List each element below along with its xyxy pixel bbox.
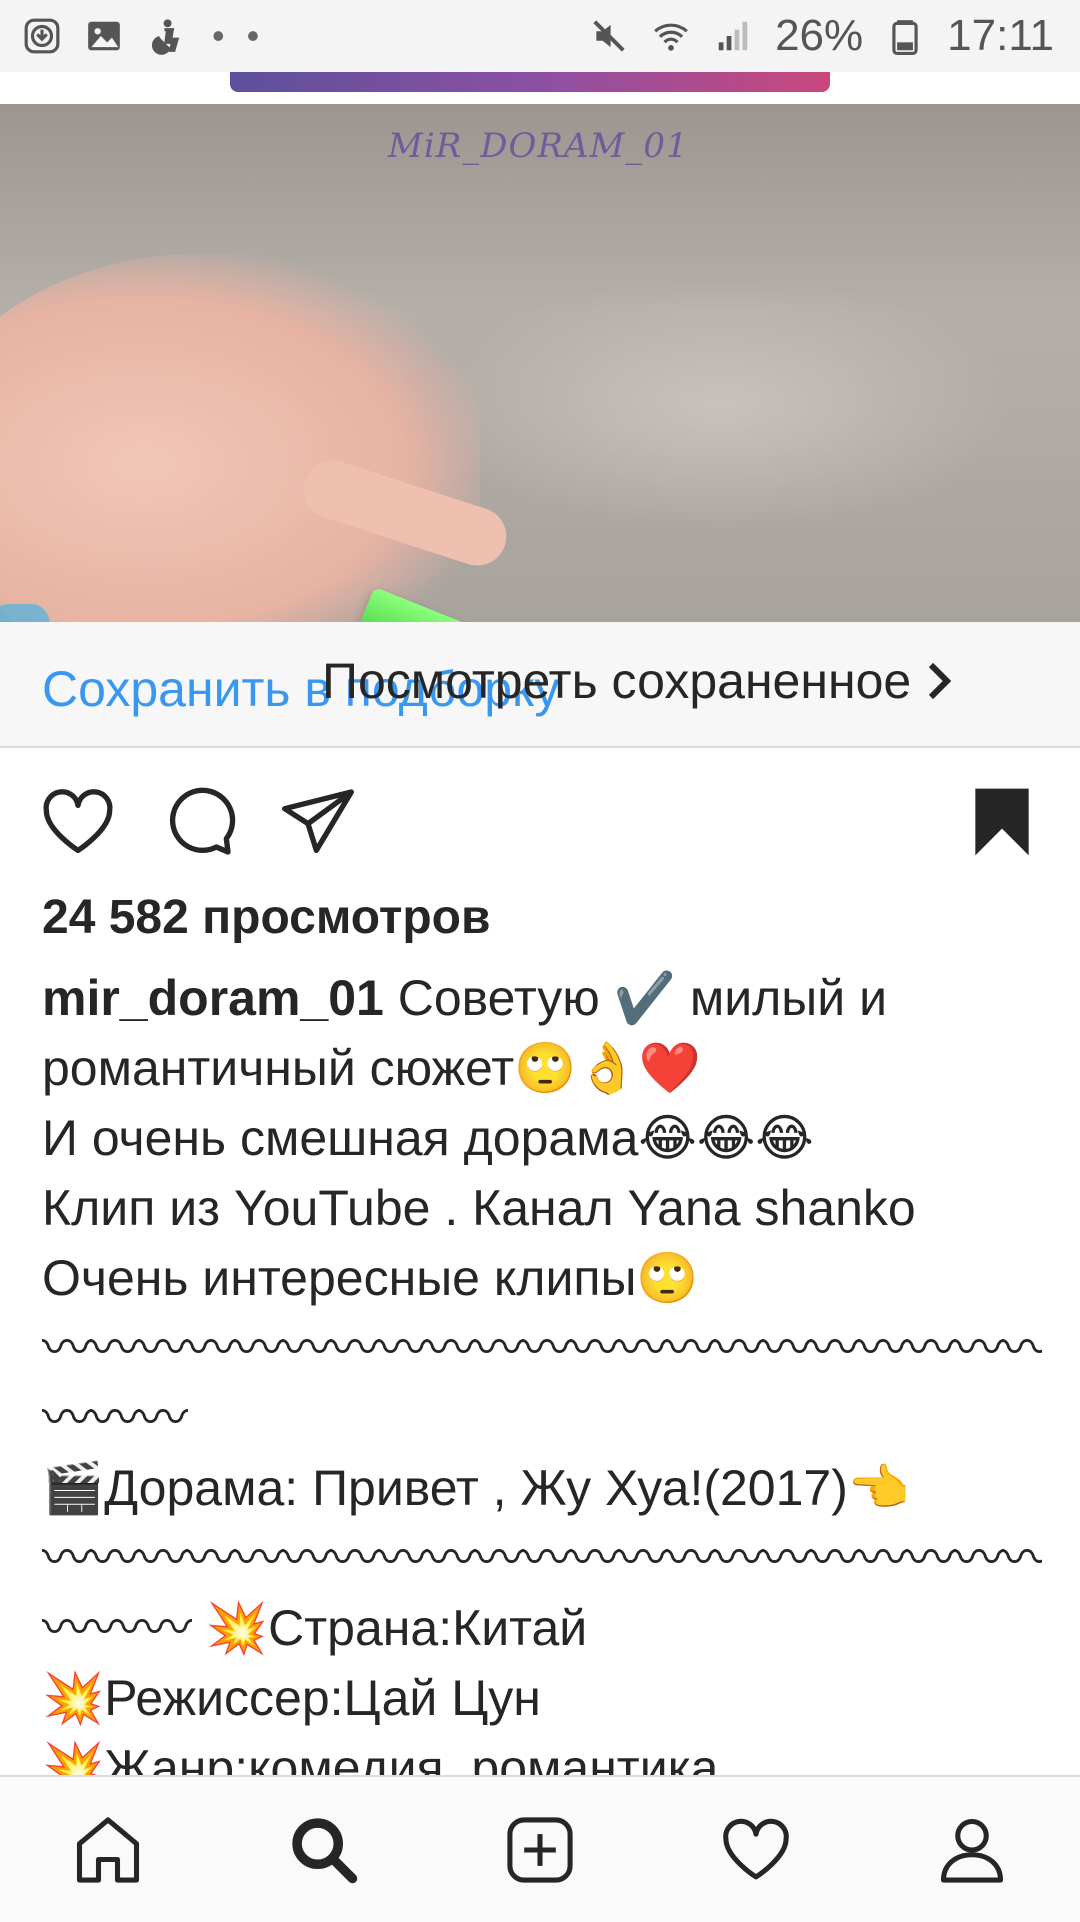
activity-heart-icon[interactable] (716, 1810, 796, 1890)
caption-line: И очень смешная дорама😂😂😂 (42, 1110, 814, 1166)
video-watermark: MiR_DORAM_01 (388, 126, 689, 166)
caption-divider: 〰〰〰〰〰〰〰〰〰〰〰〰〰〰〰〰〰〰〰〰〰〰〰〰〰〰〰〰〰〰 (42, 1530, 1042, 1586)
caption-line: 〰〰〰 💥Страна:Китай (42, 1600, 588, 1656)
share-direct-icon[interactable] (278, 782, 358, 862)
bookmark-saved-icon[interactable] (962, 782, 1042, 862)
status-bar: • • 26% 17:11 (0, 0, 1080, 72)
username-link[interactable]: mir_doram_01 (42, 970, 384, 1026)
bottom-nav (0, 1775, 1080, 1922)
caption-line: 🎬Дорама: Привет , Жу Хуа!(2017)👈 (42, 1460, 911, 1516)
video-top-strip (0, 72, 1080, 104)
caption-divider: 〰〰〰 (42, 1390, 188, 1446)
clock: 17:11 (947, 11, 1054, 60)
comment-icon[interactable] (158, 782, 238, 862)
status-bar-right: 26% 17:11 (589, 11, 1054, 61)
more-notifications-icon: • • (212, 15, 266, 56)
gallery-icon (84, 16, 124, 56)
caption-text: Советую ✔️ милый и (397, 970, 887, 1026)
post-actions (0, 770, 1080, 870)
mute-icon (589, 16, 629, 56)
view-saved-label: Посмотреть сохраненное (322, 653, 912, 709)
views-count: 24 582 просмотров (42, 891, 491, 944)
video-cut-title (230, 72, 830, 92)
accessibility-icon (146, 16, 186, 56)
download-icon (22, 16, 62, 56)
wifi-icon (651, 16, 691, 56)
profile-icon[interactable] (932, 1810, 1012, 1890)
post-video[interactable]: MiR_DORAM_01 (0, 104, 1080, 622)
battery-percent: 26% (775, 11, 864, 60)
new-post-icon[interactable] (500, 1810, 580, 1890)
status-bar-left: • • (22, 15, 265, 57)
battery-icon (885, 16, 925, 56)
caption-divider: 〰〰〰〰〰〰〰〰〰〰〰〰〰〰〰〰〰〰〰〰〰〰〰〰〰〰〰〰〰〰 (42, 1320, 1042, 1376)
caption-line: Очень интересные клипы🙄 (42, 1250, 699, 1306)
caption-line: романтичный сюжет🙄👌❤️ (42, 1040, 701, 1096)
like-heart-icon[interactable] (38, 782, 118, 862)
chevron-right-icon (929, 662, 952, 700)
caption-line: 💥Режиссер:Цай Цун (42, 1670, 541, 1726)
search-icon[interactable] (284, 1810, 364, 1890)
view-saved-button[interactable]: Посмотреть сохраненное (322, 652, 953, 710)
post-caption: mir_doram_01 Советую ✔️ милый и романтич… (42, 963, 1042, 1803)
video-hand (0, 254, 480, 622)
signal-icon (713, 16, 753, 56)
home-icon[interactable] (68, 1810, 148, 1890)
caption-line-1: mir_doram_01 Советую ✔️ милый и (42, 963, 1042, 1033)
caption-line: Клип из YouTube . Канал Yana shanko (42, 1180, 916, 1236)
